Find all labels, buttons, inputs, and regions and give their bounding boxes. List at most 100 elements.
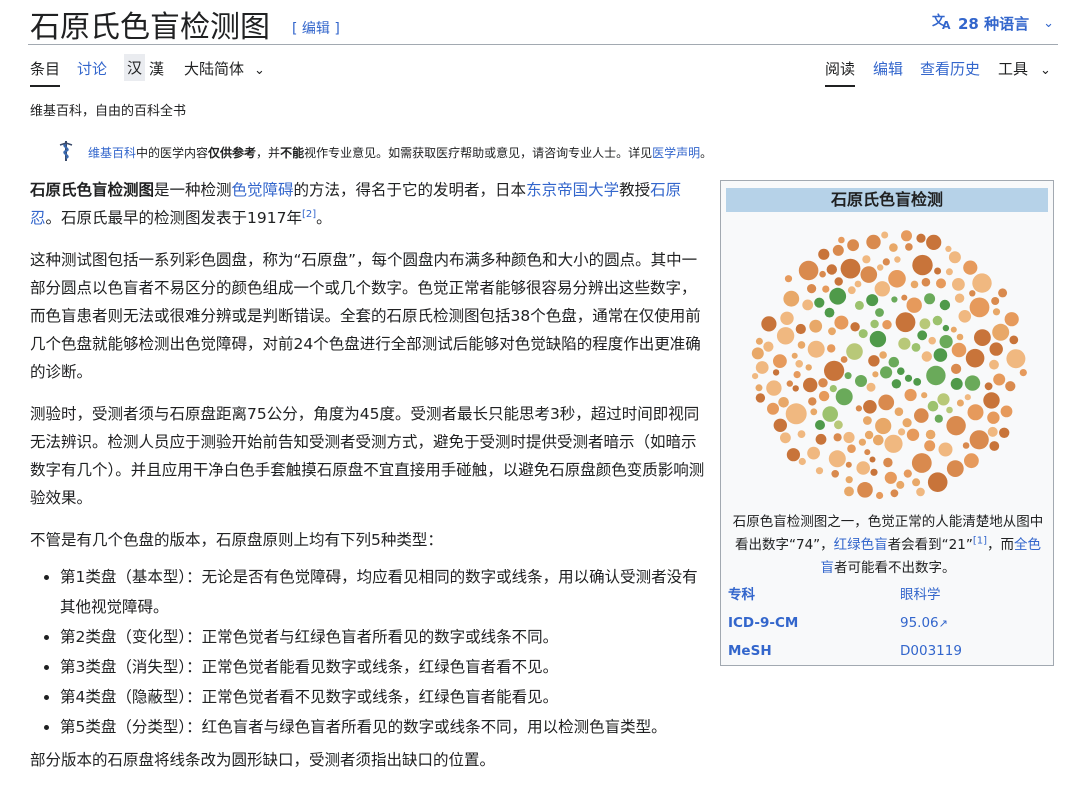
infobox-value[interactable]: 95.06 [900, 615, 939, 631]
paragraph-intro: 石原氏色盲检测图是一种检测色觉障碍的方法，得名于它的发明者，日本东京帝国大学教授… [30, 176, 706, 232]
plate-dot [824, 360, 845, 381]
plate-dot [835, 388, 853, 406]
plate-dot [921, 277, 931, 287]
tab-zh-traditional[interactable]: 漢 [149, 58, 164, 79]
medical-disclaimer-link[interactable]: 医学声明 [652, 146, 700, 160]
plate-dot [992, 308, 1001, 316]
link-red-green-colorblind[interactable]: 红绿色盲 [834, 537, 888, 553]
plate-dot [864, 430, 874, 440]
plate-dot [807, 446, 820, 460]
infobox-key[interactable]: 专科 [728, 583, 755, 607]
plate-dot [952, 278, 965, 291]
caption-text: ，而 [987, 537, 1014, 553]
infobox-row-icd9: ICD-9-CM 95.06↗ [728, 611, 1048, 635]
infobox-key[interactable]: ICD-9-CM [728, 611, 798, 635]
plate-dot [863, 416, 872, 425]
wikipedia-link[interactable]: 维基百科 [88, 146, 136, 160]
plate-dot [829, 385, 837, 393]
plate-dot [869, 330, 887, 348]
tab-read[interactable]: 阅读 [825, 58, 856, 87]
plate-dot [834, 315, 849, 330]
plate-dot [958, 310, 972, 323]
plate-dot [956, 399, 964, 407]
infobox-value[interactable]: D003119 [900, 639, 962, 663]
plate-dot [847, 444, 856, 453]
plate-dot [950, 326, 957, 333]
tab-talk[interactable]: 讨论 [77, 58, 107, 79]
plate-dot [791, 352, 798, 359]
infobox-value[interactable]: 眼科学 [900, 583, 941, 607]
plate-dot [962, 442, 970, 449]
ishihara-plate-image[interactable] [748, 223, 1031, 506]
plate-dot [883, 457, 893, 468]
infobox-title: 石原氏色盲检测 [726, 188, 1048, 212]
tab-article[interactable]: 条目 [30, 58, 61, 87]
plate-dot [904, 388, 917, 402]
plate-dot [1000, 405, 1013, 418]
plate-dot [951, 342, 967, 358]
plate-dot [924, 293, 936, 305]
plate-dot [910, 280, 919, 289]
plate-dot [916, 233, 926, 243]
plate-dot [894, 407, 904, 416]
caption-text: 者可能看不出数字。 [834, 560, 956, 576]
tools-dropdown[interactable]: 工具 ⌄ [998, 58, 1051, 79]
plate-dot [824, 307, 835, 318]
plate-dot [831, 470, 839, 478]
plate-dot [763, 341, 774, 352]
plate-dot [850, 322, 860, 332]
plate-dot [963, 260, 978, 275]
notice-text: 维基百科中的医学内容仅供参考，并不能视作专业意见。如需获取医疗帮助或意见，请咨询… [88, 144, 712, 161]
tab-edit[interactable]: 编辑 [873, 58, 903, 79]
site-tagline: 维基百科，自由的百科全书 [30, 104, 187, 119]
infobox: 石原氏色盲检测 石原色盲检测图之一，色觉正常的人能清楚地从图中看出数字“74”，… [720, 180, 1054, 666]
plate-dot [818, 390, 830, 402]
plate-dot [808, 397, 817, 406]
plate-dot [840, 258, 861, 279]
language-count: 28 种语言 [958, 14, 1030, 33]
language-button[interactable]: 文 A 28 种语言 ⌄ [932, 12, 1054, 34]
plate-dot [897, 367, 905, 375]
plate-dot [798, 457, 806, 466]
notice-text-part: 。 [700, 146, 713, 160]
edit-title-link[interactable]: [ 编辑 ] [292, 18, 340, 38]
plate-dot [866, 294, 879, 307]
plate-dot [917, 330, 928, 341]
tab-history[interactable]: 查看历史 [920, 58, 980, 79]
variant-label: 大陆简体 [184, 60, 245, 78]
plate-dot [857, 482, 873, 498]
reference-link[interactable]: [2] [302, 209, 316, 220]
chevron-down-icon: ⌄ [1040, 63, 1051, 78]
plate-dot [855, 405, 862, 412]
plate-dot [877, 264, 884, 271]
plate-dot [946, 406, 953, 414]
plate-dot [866, 382, 876, 392]
plate-dot [755, 393, 766, 403]
link-color-vision-deficiency[interactable]: 色觉障碍 [232, 181, 294, 199]
plate-dot [948, 251, 961, 264]
infobox-key[interactable]: MeSH [728, 639, 772, 663]
plate-dot [913, 378, 922, 386]
plate-dot [795, 323, 806, 335]
text: 是一种检测 [154, 181, 232, 199]
plate-dot [875, 308, 884, 317]
plate-dot [989, 441, 1000, 451]
plate-dot [902, 418, 912, 428]
text: 的方法，得名于它的发明者，日本 [293, 181, 527, 199]
list-item: 第1类盘（基本型）：无论是否有色觉障碍，均应看见相同的数字或线条，用以确认受测者… [60, 562, 706, 622]
variant-dropdown[interactable]: 大陆简体 ⌄ [184, 58, 265, 79]
plate-dot [815, 420, 825, 430]
plate-dot [894, 256, 901, 263]
plate-dot [934, 414, 943, 423]
translate-icon: 文 A [932, 12, 952, 34]
plate-dot [1004, 312, 1019, 327]
tab-zh-simplified[interactable]: 汉 [124, 54, 146, 81]
plate-dot [815, 467, 824, 475]
reference-link[interactable]: [1] [973, 536, 987, 547]
plate-dot [847, 239, 859, 252]
plate-dot [905, 243, 913, 251]
plate-dot [879, 351, 887, 359]
plate-dot [875, 417, 892, 435]
plate-dot [939, 299, 951, 311]
link-tokyo-imperial-university[interactable]: 东京帝国大学 [526, 181, 619, 199]
